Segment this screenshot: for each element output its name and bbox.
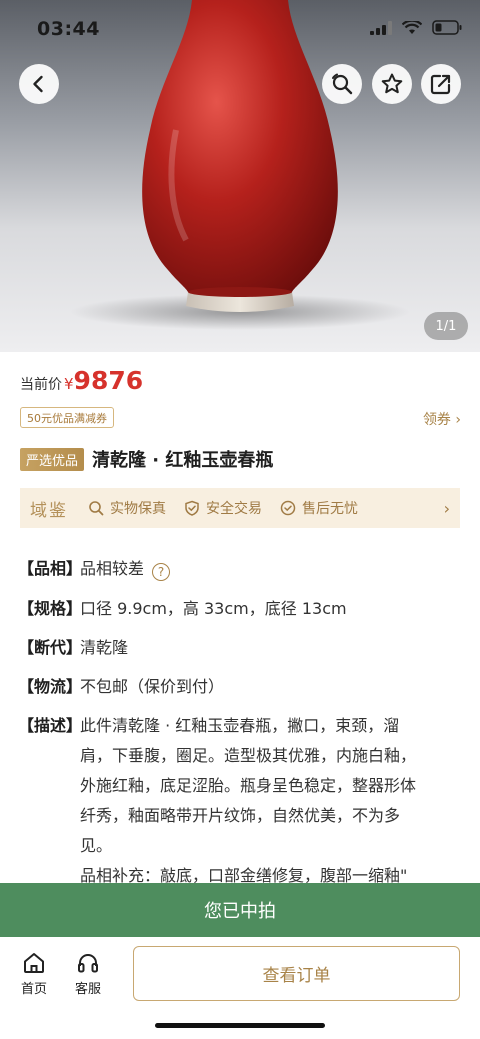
yanxuan-badge: 严选优品 <box>20 447 85 471</box>
price-label: 当前价 <box>20 377 62 393</box>
attr-key: 【规格】 <box>18 599 83 618</box>
product-title-row: 严选优品 清乾隆 · 红釉玉壶春瓶 <box>20 446 273 472</box>
attr-key: 【描述】 <box>18 716 83 735</box>
attr-key: 【品相】 <box>18 559 83 578</box>
attr-value: 清乾隆 <box>80 638 129 657</box>
attr-dynasty: 【断代】 清乾隆 <box>18 637 468 659</box>
description-line: 此件清乾隆 · 红釉玉壶春瓶，撇口，束颈，溜 <box>80 716 400 735</box>
guarantee-bar[interactable]: 域鉴 实物保真 安全交易 售后无忧 › <box>20 488 460 528</box>
attr-description: 【描述】 此件清乾隆 · 红釉玉壶春瓶，撇口，束颈，溜 肩，下垂腹，圈足。造型极… <box>18 715 468 891</box>
wifi-icon <box>402 20 422 34</box>
description-line: 见。 <box>80 836 113 855</box>
attr-value: 口径 9.9cm，高 33cm，底径 13cm <box>80 599 347 618</box>
guarantee-after-sale: 售后无忧 <box>280 498 358 518</box>
guarantee-brand: 域鉴 <box>30 500 68 521</box>
attr-condition: 【品相】 品相较差? <box>18 558 468 581</box>
product-image[interactable]: 03:44 1/1 <box>0 0 480 352</box>
tab-service-label: 客服 <box>74 982 101 997</box>
home-indicator <box>155 1023 325 1028</box>
battery-icon <box>432 20 462 35</box>
status-bar: 03:44 <box>0 0 480 60</box>
attr-spec: 【规格】 口径 9.9cm，高 33cm，底径 13cm <box>18 598 468 620</box>
star-icon <box>381 73 403 94</box>
signal-icon <box>370 20 392 35</box>
attr-value: 不包邮（保价到付） <box>80 677 225 696</box>
guarantee-item-label: 安全交易 <box>206 501 262 517</box>
get-coupon-link[interactable]: 领券 › <box>423 409 461 429</box>
guarantee-item-label: 售后无忧 <box>302 501 358 517</box>
magnifier-icon <box>88 500 104 516</box>
product-attributes: 【品相】 品相较差? 【规格】 口径 9.9cm，高 33cm，底径 13cm … <box>18 558 468 908</box>
help-icon[interactable]: ? <box>152 563 171 581</box>
attr-key: 【断代】 <box>18 638 83 657</box>
home-icon <box>24 953 44 973</box>
attr-value-text: 品相较差 <box>80 559 145 578</box>
back-icon <box>33 75 43 93</box>
price-row: 当前价 ¥ 9876 <box>20 366 143 395</box>
price-currency: ¥ <box>64 375 74 393</box>
price-value: 9876 <box>73 366 144 395</box>
description-line: 肩，下垂腹，圈足。造型极其优雅，内施白釉， <box>80 746 417 765</box>
product-title: 清乾隆 · 红釉玉壶春瓶 <box>92 450 274 471</box>
headset-icon <box>78 954 98 973</box>
attr-value: 品相较差? <box>80 558 171 581</box>
status-icons <box>370 20 462 35</box>
search-image-icon <box>332 73 353 95</box>
guarantee-item-label: 实物保真 <box>110 501 166 517</box>
status-time: 03:44 <box>37 18 100 40</box>
check-circle-icon <box>280 500 296 516</box>
tab-home-label: 首页 <box>20 982 47 997</box>
guarantee-authentic: 实物保真 <box>88 498 166 518</box>
share-icon <box>430 74 451 95</box>
attr-key: 【物流】 <box>18 677 83 696</box>
image-search-button[interactable] <box>322 64 362 104</box>
shield-icon <box>184 500 200 516</box>
share-button[interactable] <box>421 64 461 104</box>
description-text: 此件清乾隆 · 红釉玉壶春瓶，撇口，束颈，溜 肩，下垂腹，圈足。造型极其优雅，内… <box>80 711 416 891</box>
image-counter: 1/1 <box>424 312 468 340</box>
attr-logistics: 【物流】 不包邮（保价到付） <box>18 676 468 698</box>
description-line: 纤秀，釉面略带开片纹饰，自然优美，不为多 <box>80 806 401 825</box>
bottom-tabbar: 首页 客服 查看订单 <box>0 937 480 1039</box>
won-auction-banner: 您已中拍 <box>0 883 480 937</box>
tab-home[interactable]: 首页 <box>14 951 54 997</box>
view-order-button[interactable]: 查看订单 <box>133 946 460 1001</box>
chevron-right-icon: › <box>443 498 450 518</box>
tab-customer-service[interactable]: 客服 <box>68 951 108 997</box>
back-button[interactable] <box>19 64 59 104</box>
guarantee-safe-trade: 安全交易 <box>184 498 262 518</box>
coupon-tag: 50元优品满减券 <box>20 407 114 428</box>
favorite-button[interactable] <box>372 64 412 104</box>
description-line: 外施红釉，底足涩胎。瓶身呈色稳定，整器形体 <box>80 776 417 795</box>
